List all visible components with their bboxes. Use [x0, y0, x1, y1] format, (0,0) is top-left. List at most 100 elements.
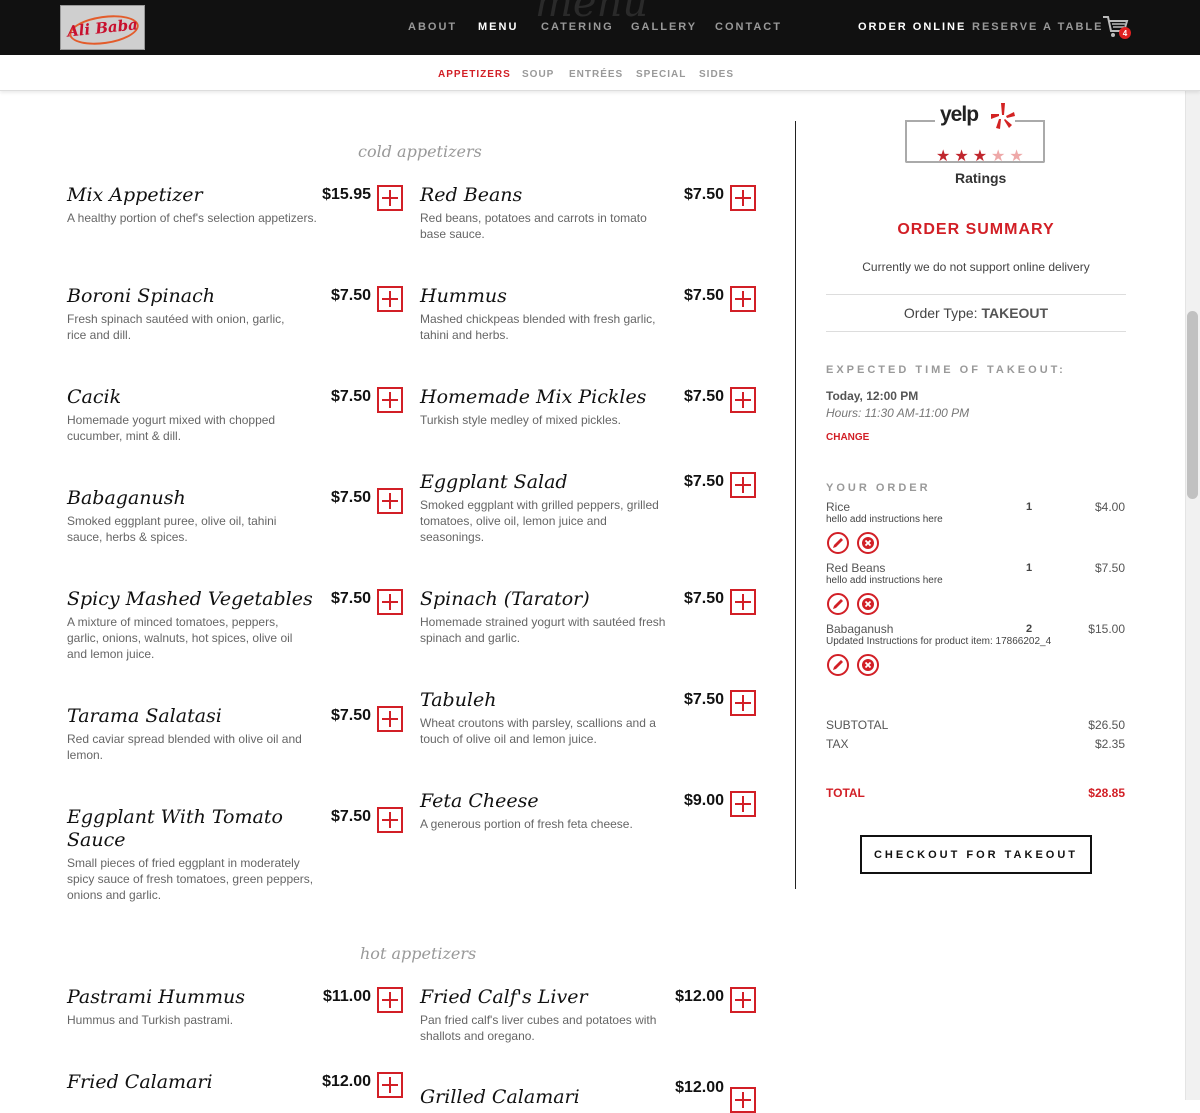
add-to-order-button[interactable]: [730, 987, 756, 1013]
plus-icon: [382, 392, 398, 408]
plus-icon: [382, 594, 398, 610]
menu-item-price: $7.50: [683, 388, 724, 405]
add-to-order-button[interactable]: [377, 807, 403, 833]
nav-catering[interactable]: CATERING: [541, 21, 614, 33]
plus-icon: [382, 992, 398, 1008]
add-to-order-button[interactable]: [730, 387, 756, 413]
add-to-order-button[interactable]: [730, 690, 756, 716]
category-subnav: APPETIZERS SOUP ENTRÉES SPECIAL SIDES: [0, 55, 1200, 91]
nav-contact[interactable]: CONTACT: [715, 21, 782, 33]
nav-order-online[interactable]: ORDER ONLINE: [858, 21, 966, 33]
plus-icon: [735, 392, 751, 408]
plus-icon: [735, 796, 751, 812]
plus-icon: [735, 291, 751, 307]
add-to-order-button[interactable]: [730, 1087, 756, 1113]
subnav-sides[interactable]: SIDES: [699, 69, 734, 80]
total-value: $28.85: [1088, 786, 1125, 800]
subnav-special[interactable]: SPECIAL: [636, 69, 686, 80]
menu-item-name: Tabuleh: [420, 689, 497, 711]
your-order-label: YOUR ORDER: [826, 482, 931, 494]
remove-item-button[interactable]: [857, 532, 879, 554]
subnav-soup[interactable]: SOUP: [522, 69, 554, 80]
checkout-button[interactable]: CHECKOUT FOR TAKEOUT: [860, 835, 1092, 874]
menu-item-description: A mixture of minced tomatoes, peppers, g…: [67, 615, 293, 661]
divider: [826, 331, 1126, 332]
add-to-order-button[interactable]: [377, 185, 403, 211]
menu-item-price: $7.50: [330, 489, 371, 506]
scrollbar-thumb[interactable]: [1187, 311, 1198, 499]
menu-item-name: Feta Cheese: [420, 790, 539, 812]
add-to-order-button[interactable]: [377, 706, 403, 732]
menu-item-price: $7.50: [330, 388, 371, 405]
menu-item-price: $7.50: [683, 691, 724, 708]
menu-item-name: Grilled Calamari: [420, 1086, 580, 1108]
change-time-link[interactable]: CHANGE: [826, 432, 869, 443]
menu-item-name: Spinach (Tarator): [420, 588, 590, 610]
menu-item-description: Homemade strained yogurt with sautéed fr…: [420, 615, 666, 645]
subnav-appetizers[interactable]: APPETIZERS: [438, 69, 511, 80]
add-to-order-button[interactable]: [730, 286, 756, 312]
menu-item-price: $7.50: [330, 590, 371, 607]
menu-item-description: Wheat croutons with parsley, scallions a…: [420, 716, 656, 746]
expected-time-label: EXPECTED TIME OF TAKEOUT:: [826, 364, 1066, 376]
site-logo[interactable]: Ali Baba: [60, 5, 145, 50]
add-to-order-button[interactable]: [730, 472, 756, 498]
order-item-price: $4.00: [1094, 500, 1125, 514]
order-item-instructions: hello add instructions here: [826, 575, 943, 586]
edit-item-button[interactable]: [827, 532, 849, 554]
menu-item-price: $11.00: [322, 988, 371, 1005]
menu-item-description: Pan fried calf's liver cubes and potatoe…: [420, 1013, 657, 1043]
add-to-order-button[interactable]: [730, 185, 756, 211]
menu-item-name: Homemade Mix Pickles: [420, 386, 647, 408]
pencil-icon: [833, 538, 843, 548]
order-item-quantity: 1: [1026, 562, 1033, 574]
plus-icon: [735, 594, 751, 610]
plus-icon: [735, 695, 751, 711]
delivery-note: Currently we do not support online deliv…: [862, 260, 1090, 274]
menu-item-description: Mashed chickpeas blended with fresh garl…: [420, 312, 656, 342]
add-to-order-button[interactable]: [377, 488, 403, 514]
page-scrollbar[interactable]: [1185, 0, 1200, 1100]
close-icon: [862, 537, 874, 549]
menu-item-price: $15.95: [322, 186, 371, 203]
menu-item-description: Small pieces of fried eggplant in modera…: [67, 856, 314, 902]
menu-item-description: Smoked eggplant with grilled peppers, gr…: [420, 498, 659, 544]
subtotal-label: SUBTOTAL: [826, 718, 889, 732]
nav-gallery[interactable]: GALLERY: [631, 21, 697, 33]
menu-item-price: $7.50: [330, 287, 371, 304]
menu-item-description: A healthy portion of chef's selection ap…: [67, 211, 317, 225]
add-to-order-button[interactable]: [377, 589, 403, 615]
nav-about[interactable]: ABOUT: [408, 21, 457, 33]
order-item-quantity: 1: [1026, 501, 1033, 513]
pencil-icon: [833, 599, 843, 609]
yelp-logo: yelp: [940, 103, 979, 126]
edit-item-button[interactable]: [827, 593, 849, 615]
order-item-name: Rice: [826, 500, 851, 514]
menu-item-name: Mix Appetizer: [67, 184, 203, 206]
yelp-ratings-label: Ratings: [955, 170, 1007, 186]
menu-item-description: Turkish style medley of mixed pickles.: [420, 413, 621, 427]
menu-item-name: Cacik: [67, 386, 122, 408]
order-type: Order Type: TAKEOUT: [826, 305, 1126, 321]
add-to-order-button[interactable]: [377, 286, 403, 312]
tax-label: TAX: [826, 737, 849, 751]
add-to-order-button[interactable]: [377, 387, 403, 413]
subnav-entrees[interactable]: ENTRÉES: [569, 69, 623, 80]
remove-item-button[interactable]: [857, 654, 879, 676]
menu-item-description: Hummus and Turkish pastrami.: [67, 1013, 234, 1027]
nav-reserve-table[interactable]: RESERVE A TABLE: [972, 21, 1103, 33]
menu-item-price: $7.50: [683, 186, 724, 203]
order-type-label: Order Type:: [903, 305, 978, 321]
add-to-order-button[interactable]: [377, 987, 403, 1013]
plus-icon: [382, 812, 398, 828]
divider: [826, 294, 1126, 295]
menu-item-description: Smoked eggplant puree, olive oil, tahini…: [67, 514, 277, 544]
add-to-order-button[interactable]: [377, 1072, 403, 1098]
edit-item-button[interactable]: [827, 654, 849, 676]
add-to-order-button[interactable]: [730, 589, 756, 615]
plus-icon: [735, 190, 751, 206]
nav-menu[interactable]: MENU: [478, 21, 518, 33]
remove-item-button[interactable]: [857, 593, 879, 615]
add-to-order-button[interactable]: [730, 791, 756, 817]
menu-item-description: A generous portion of fresh feta cheese.: [420, 817, 633, 831]
